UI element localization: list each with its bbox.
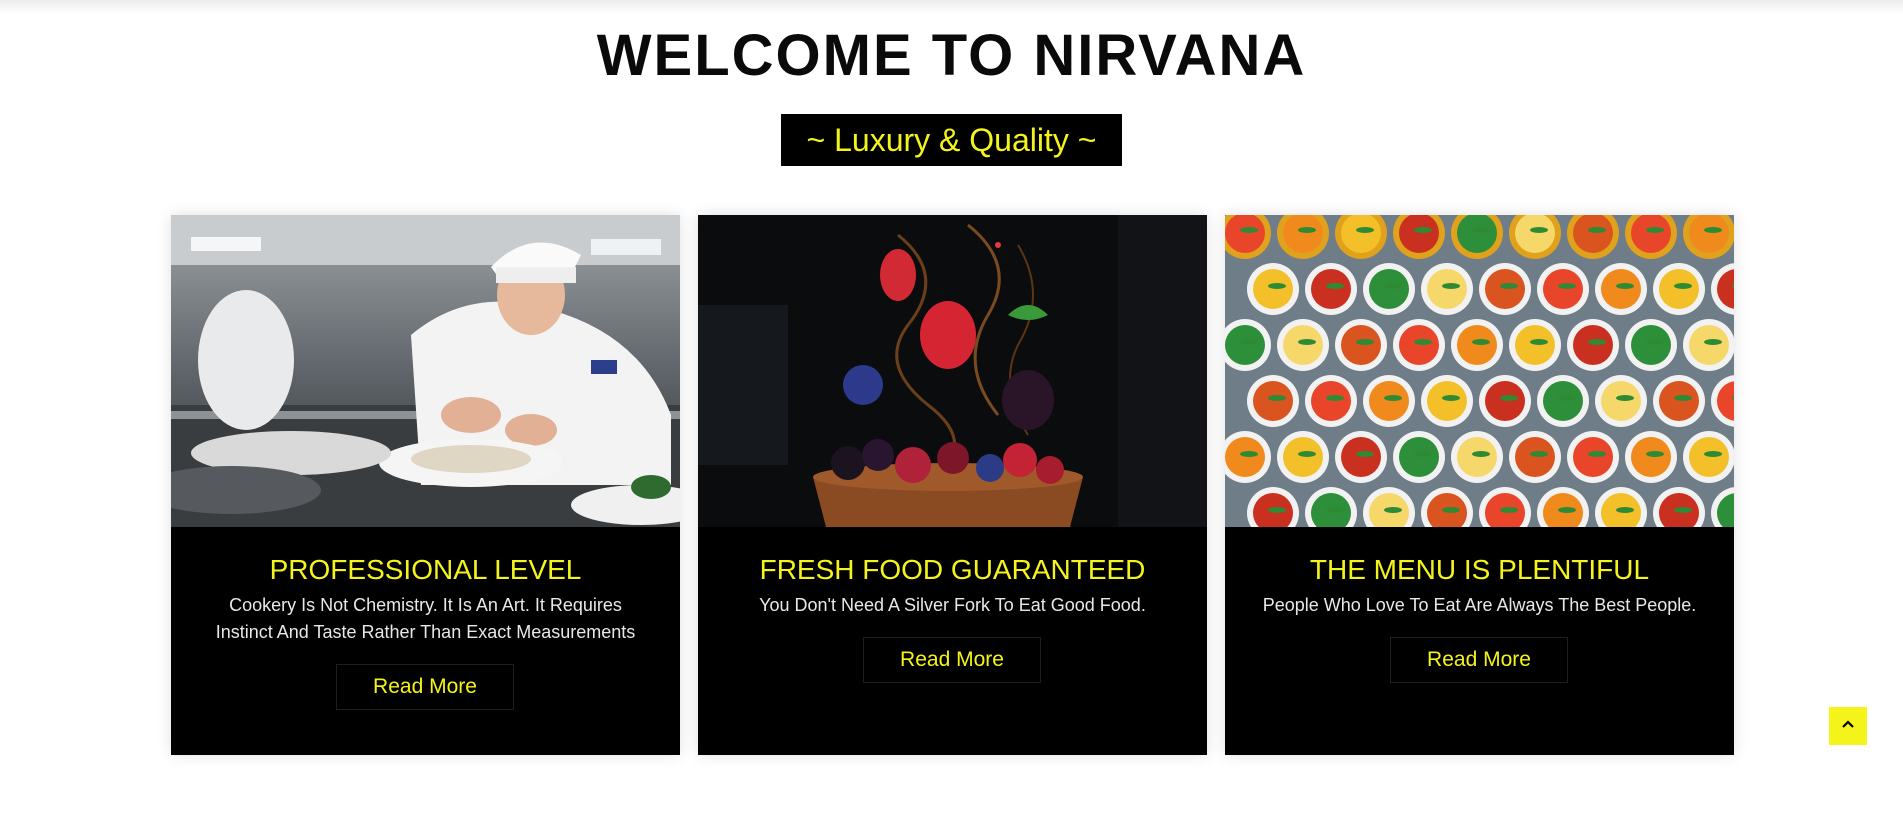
- page-title: WELCOME TO NIRVANA: [596, 23, 1307, 88]
- read-more-button[interactable]: Read More: [336, 664, 514, 710]
- feature-card-menu-plentiful: THE MENU IS PLENTIFUL People Who Love To…: [1225, 215, 1734, 755]
- food-bowls-image: [1225, 215, 1734, 527]
- chevron-up-icon: [1840, 717, 1856, 736]
- read-more-button[interactable]: Read More: [1390, 637, 1568, 683]
- card-description: People Who Love To Eat Are Always The Be…: [1262, 595, 1697, 615]
- card-title: THE MENU IS PLENTIFUL: [1309, 554, 1650, 585]
- tagline-container: ~ Luxury & Quality ~: [0, 114, 1903, 166]
- feature-cards: PROFESSIONAL LEVEL Cookery Is Not Chemis…: [171, 215, 1735, 755]
- read-more-button[interactable]: Read More: [863, 637, 1041, 683]
- header-shadow: [0, 0, 1903, 14]
- scroll-to-top-button[interactable]: [1829, 707, 1867, 745]
- tagline-badge: ~ Luxury & Quality ~: [780, 114, 1123, 166]
- berry-tart-image: [698, 215, 1207, 527]
- card-description: You Don't Need A Silver Fork To Eat Good…: [759, 595, 1146, 615]
- card-title: FRESH FOOD GUARANTEED: [759, 554, 1146, 585]
- chef-plating-image: [171, 215, 680, 527]
- feature-card-professional-level: PROFESSIONAL LEVEL Cookery Is Not Chemis…: [171, 215, 680, 755]
- card-title: PROFESSIONAL LEVEL: [269, 554, 582, 585]
- card-description: Cookery Is Not Chemistry. It Is An Art. …: [215, 595, 636, 642]
- feature-card-fresh-food: FRESH FOOD GUARANTEED You Don't Need A S…: [698, 215, 1207, 755]
